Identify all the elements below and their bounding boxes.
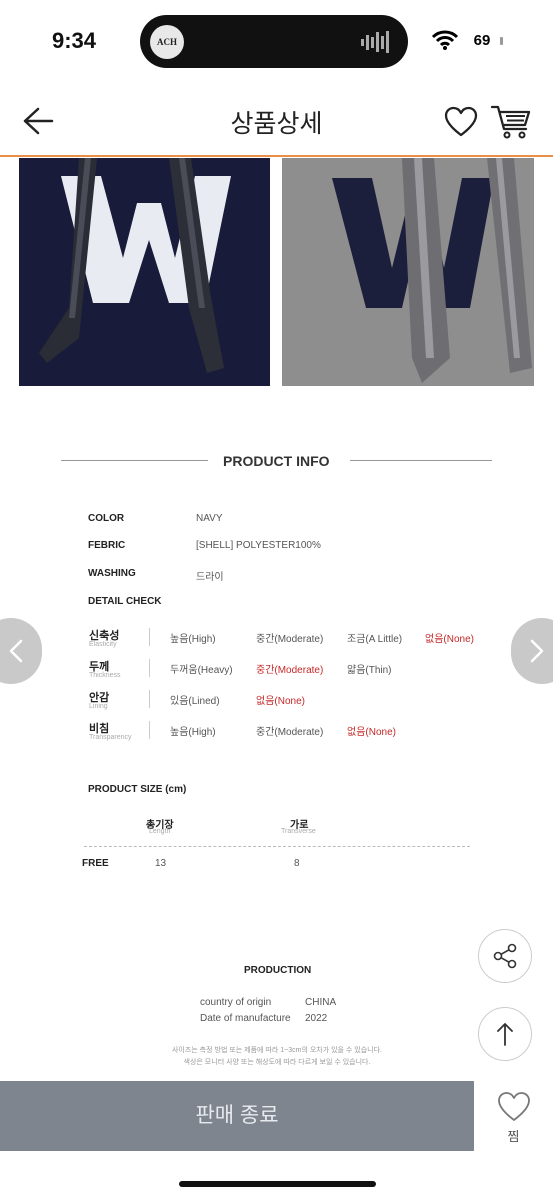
product-image-navy[interactable] (19, 158, 270, 386)
product-size-title: PRODUCT SIZE (cm) (88, 784, 187, 795)
info-value-fabric: [SHELL] POLYESTER100% (196, 540, 321, 551)
like-label: 찜 (507, 1129, 520, 1144)
detail-divider (149, 659, 150, 677)
section-rule-left (61, 460, 208, 461)
production-title: PRODUCTION (244, 965, 312, 976)
carousel-prev-button[interactable] (0, 618, 42, 684)
detail-divider (149, 628, 150, 646)
detail-transparency-en: Transparency (89, 734, 132, 741)
battery-level: 69 (465, 31, 499, 51)
production-date-value: 2022 (305, 1013, 328, 1024)
thickness-option-selected: 중간(Moderate) (256, 665, 324, 676)
size-value-length: 13 (155, 858, 167, 869)
cart-icon[interactable] (490, 103, 532, 139)
size-note: 사이즈는 측정 방법 또는 제품에 따라 1~3cm의 오차가 있을 수 있습니… (171, 1047, 383, 1054)
info-label-color: COLOR (88, 513, 125, 524)
header-divider (0, 155, 553, 157)
detail-lining-en: Lining (89, 703, 108, 710)
heart-icon (498, 1092, 530, 1121)
size-row-label: FREE (82, 858, 109, 869)
detail-divider (149, 721, 150, 739)
carousel-next-button[interactable] (511, 618, 553, 684)
transparency-option-selected: 없음(None) (347, 727, 396, 738)
info-value-color: NAVY (196, 513, 223, 524)
dynamic-island[interactable]: ACH (140, 15, 408, 68)
info-label-fabric: FEBRIC (88, 540, 126, 551)
color-note: 색상은 모니터 사양 또는 해상도에 따라 다르게 보일 수 있습니다. (183, 1059, 371, 1066)
scroll-top-button[interactable] (478, 1007, 532, 1061)
status-time: 9:34 (52, 28, 97, 53)
chevron-left-icon (9, 639, 23, 663)
production-date-label: Date of manufacture (200, 1013, 291, 1024)
lining-option: 있음(Lined) (170, 696, 220, 707)
now-playing-album-art: ACH (150, 25, 184, 59)
sold-out-button[interactable]: 판매 종료 (0, 1081, 474, 1151)
gray-hoodie-illustration (282, 158, 534, 386)
size-table-divider (84, 846, 470, 848)
info-label-washing: WASHING (88, 568, 136, 579)
navy-hoodie-illustration (19, 158, 270, 386)
like-button[interactable]: 찜 (474, 1081, 553, 1151)
wifi-icon (432, 30, 458, 50)
transparency-option: 중간(Moderate) (256, 727, 324, 738)
production-origin-value: CHINA (305, 997, 337, 1008)
elasticity-option: 높음(High) (170, 634, 216, 645)
size-col-length-en: Length (149, 828, 171, 835)
detail-check-title: DETAIL CHECK (88, 596, 162, 607)
size-col-transverse-en: Transverse (281, 828, 316, 835)
share-button[interactable] (478, 929, 532, 983)
audio-waveform-icon (361, 31, 389, 53)
size-value-transverse: 8 (294, 858, 300, 869)
product-image-gray[interactable] (282, 158, 534, 386)
elasticity-option: 조금(A Little) (347, 634, 403, 645)
heart-icon[interactable] (444, 106, 478, 138)
detail-divider (149, 690, 150, 708)
lining-option-selected: 없음(None) (256, 696, 305, 707)
detail-elasticity-en: Elasticity (89, 641, 117, 648)
arrow-up-icon (497, 1023, 513, 1046)
product-info-title: PRODUCT INFO (223, 453, 330, 469)
thickness-option: 두꺼움(Heavy) (170, 665, 233, 676)
detail-thickness-en: Thickness (89, 672, 121, 679)
info-value-washing: 드라이 (196, 572, 224, 583)
production-origin-label: country of origin (200, 997, 272, 1008)
battery-tip (500, 37, 503, 45)
elasticity-option: 중간(Moderate) (256, 634, 324, 645)
section-rule-right (350, 460, 492, 461)
share-icon (493, 943, 517, 969)
chevron-right-icon (530, 639, 544, 663)
elasticity-option-selected: 없음(None) (425, 634, 474, 645)
home-indicator[interactable] (179, 1181, 376, 1187)
thickness-option: 얇음(Thin) (347, 665, 392, 676)
transparency-option: 높음(High) (170, 727, 216, 738)
